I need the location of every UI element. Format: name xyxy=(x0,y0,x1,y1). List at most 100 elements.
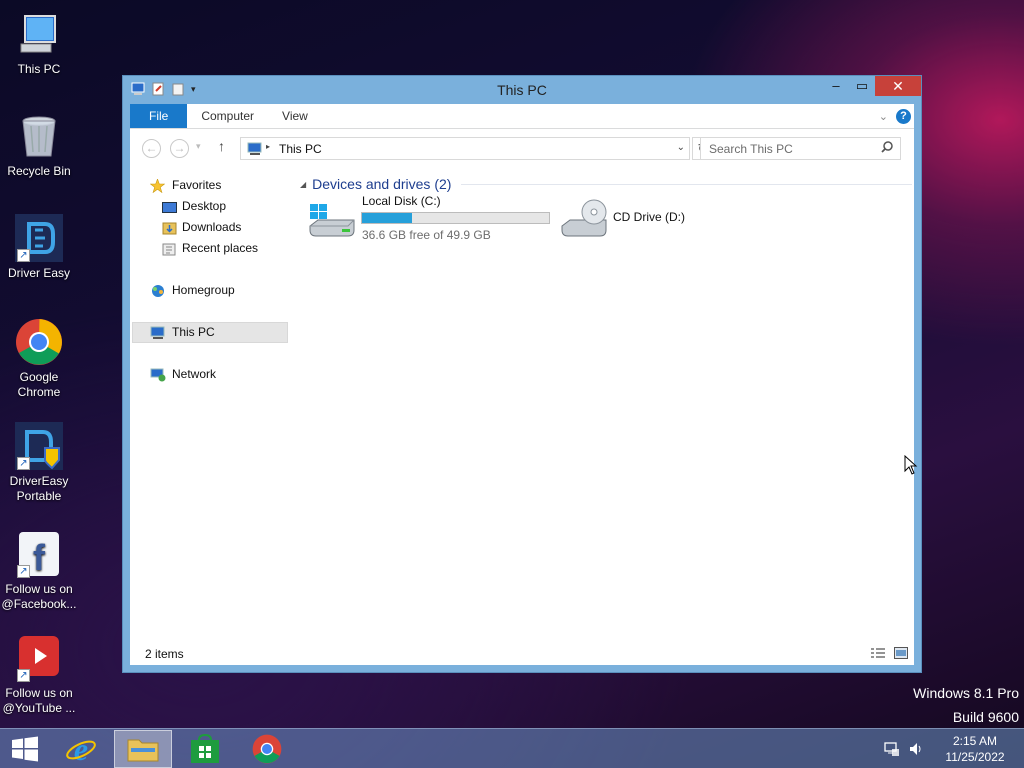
downloads-icon xyxy=(162,221,177,235)
forward-button[interactable]: → xyxy=(170,139,189,158)
taskbar-clock[interactable]: 2:15 AM 11/25/2022 xyxy=(940,733,1010,765)
windows-logo-icon xyxy=(12,736,38,762)
svg-text:f: f xyxy=(33,537,46,578)
start-button[interactable] xyxy=(0,730,50,768)
this-pc-small-icon xyxy=(247,142,263,159)
status-bar: 2 items xyxy=(130,642,914,665)
desktop-icon-facebook[interactable]: f ↗ Follow us on @Facebook... xyxy=(0,530,78,612)
minimize-button[interactable]: ‒ xyxy=(823,76,849,96)
recycle-bin-icon xyxy=(15,112,63,160)
close-button[interactable]: ✕ xyxy=(875,76,921,96)
file-explorer-window: ▾ This PC ‒ ▭ ✕ File Computer View ⌄ ? ←… xyxy=(122,75,922,673)
driver-easy-portable-icon: ↗ xyxy=(15,422,63,470)
address-dropdown-icon[interactable]: ⌄ xyxy=(677,142,685,153)
desktop-icon xyxy=(162,200,177,213)
large-icons-view-icon[interactable] xyxy=(894,647,908,662)
homegroup-icon xyxy=(150,284,165,297)
help-icon[interactable]: ? xyxy=(896,108,911,124)
desktop-icon-recycle-bin[interactable]: Recycle Bin xyxy=(0,112,78,179)
desktop-icon-label: This PC xyxy=(17,62,61,76)
shortcut-arrow-icon: ↗ xyxy=(17,457,30,470)
this-pc-icon xyxy=(150,326,165,339)
internet-explorer-icon: e xyxy=(66,733,96,765)
clock-time: 2:15 AM xyxy=(952,734,998,748)
network-status-icon[interactable] xyxy=(884,741,900,760)
drive-cd-d[interactable]: CD Drive (D:) xyxy=(560,194,700,246)
desktop-icon-label: Google Chrome xyxy=(17,370,61,399)
tab-file[interactable]: File xyxy=(130,104,188,128)
desktop-icon-label: Recycle Bin xyxy=(7,164,71,178)
tab-view[interactable]: View xyxy=(268,104,322,128)
item-count: 2 items xyxy=(145,647,184,661)
nav-recent-places[interactable]: Recent places xyxy=(132,238,288,259)
desktop-icon-label: Driver Easy xyxy=(7,266,70,280)
desktop-icon-google-chrome[interactable]: Google Chrome xyxy=(0,318,78,400)
chrome-icon xyxy=(15,318,63,366)
recent-places-icon xyxy=(162,242,177,256)
taskbar-internet-explorer[interactable]: e xyxy=(52,730,110,768)
back-button[interactable]: ← xyxy=(142,139,161,158)
this-pc-icon xyxy=(15,10,63,58)
network-icon xyxy=(150,368,166,382)
nav-item-label: Favorites xyxy=(172,178,222,192)
search-icon[interactable] xyxy=(881,141,893,156)
nav-item-label: Desktop xyxy=(182,199,227,213)
tab-computer[interactable]: Computer xyxy=(187,104,268,128)
address-path: This PC xyxy=(279,142,322,156)
facebook-icon: f ↗ xyxy=(15,530,63,578)
drive-local-disk-c[interactable]: Local Disk (C:) 36.6 GB free of 49.9 GB xyxy=(308,194,554,246)
star-icon xyxy=(149,178,166,194)
windows-version-text: Windows 8.1 Pro xyxy=(913,685,1019,701)
driver-easy-icon: ↗ xyxy=(15,214,63,262)
drive-name: Local Disk (C:) xyxy=(362,194,441,208)
taskbar-store[interactable] xyxy=(176,730,234,768)
window-title: This PC xyxy=(497,82,547,98)
details-view-icon[interactable] xyxy=(870,647,886,662)
store-icon xyxy=(191,734,219,763)
nav-item-label: Downloads xyxy=(182,220,242,234)
group-divider xyxy=(461,183,912,185)
desktop-icon-drivereasy-portable[interactable]: ↗ DriverEasy Portable xyxy=(0,422,78,504)
desktop-icon-this-pc[interactable]: This PC xyxy=(0,10,78,77)
system-tray: 2:15 AM 11/25/2022 xyxy=(884,729,1024,768)
desktop-icon-label: DriverEasy Portable xyxy=(9,474,69,503)
windows-drive-icon xyxy=(308,196,356,243)
collapse-triangle-icon[interactable]: ◢ xyxy=(300,180,306,189)
desktop-icon-label: Follow us on @YouTube ... xyxy=(2,686,76,715)
taskbar-file-explorer[interactable] xyxy=(114,730,172,768)
desktop-icon-driver-easy[interactable]: ↗ Driver Easy xyxy=(0,214,78,281)
title-bar[interactable]: ▾ This PC ‒ ▭ ✕ xyxy=(123,76,921,104)
nav-desktop[interactable]: Desktop xyxy=(132,196,288,217)
taskbar-chrome[interactable] xyxy=(238,730,296,768)
cd-drive-icon xyxy=(560,196,608,243)
shortcut-arrow-icon: ↗ xyxy=(17,565,30,578)
recent-locations-dropdown[interactable]: ▾ xyxy=(196,141,201,152)
nav-downloads[interactable]: Downloads xyxy=(132,217,288,238)
desktop-icon-label: Follow us on @Facebook... xyxy=(1,582,77,611)
expand-ribbon-icon[interactable]: ⌄ xyxy=(879,110,888,123)
maximize-button[interactable]: ▭ xyxy=(849,76,875,96)
nav-item-label: This PC xyxy=(172,325,215,339)
svg-text:e: e xyxy=(74,733,88,765)
volume-icon[interactable] xyxy=(908,741,924,760)
search-input[interactable] xyxy=(700,137,901,160)
navigation-pane: Favorites Desktop Downloads Recent place… xyxy=(130,168,290,642)
group-label: Devices and drives (2) xyxy=(312,176,452,192)
taskbar: e 2:15 AM 11/25/2022 xyxy=(0,728,1024,768)
nav-item-label: Recent places xyxy=(182,241,259,255)
nav-item-label: Homegroup xyxy=(172,283,235,297)
ribbon-tabs: File Computer View ⌄ ? xyxy=(130,104,914,128)
nav-network[interactable]: Network xyxy=(132,364,288,385)
up-button[interactable]: ↑ xyxy=(218,138,225,154)
nav-homegroup[interactable]: Homegroup xyxy=(132,280,288,301)
address-bar[interactable]: ▸ This PC ⌄ xyxy=(240,137,690,160)
desktop-icon-youtube[interactable]: ↗ Follow us on @YouTube ... xyxy=(0,634,78,716)
breadcrumb-separator-icon[interactable]: ▸ xyxy=(266,142,270,151)
nav-this-pc[interactable]: This PC xyxy=(132,322,288,343)
nav-favorites[interactable]: Favorites xyxy=(132,175,288,196)
chrome-icon xyxy=(252,734,282,764)
navigation-bar: ← → ▾ ↑ ▸ This PC ⌄ ↻ xyxy=(130,128,914,168)
drive-usage-fill xyxy=(362,213,412,223)
drive-usage-bar xyxy=(361,212,550,224)
group-header-devices[interactable]: ◢ Devices and drives (2) xyxy=(300,176,912,192)
